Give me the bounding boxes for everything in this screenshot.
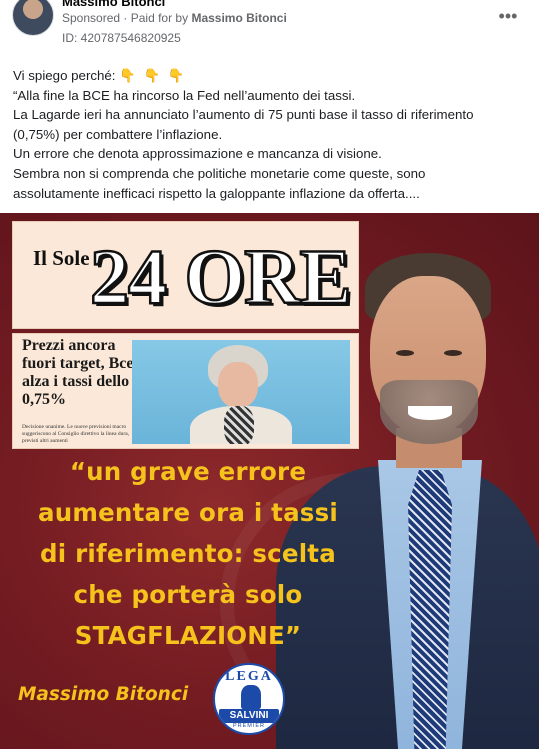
quote-line: che porterà solo: [73, 580, 303, 609]
post-text-line: (0,75%) per combattere l’inflazione.: [13, 126, 223, 142]
post-body-text: Vi spiego perché: 👇 👇 👇 “Alla fine la BC…: [13, 66, 528, 203]
newspaper-name-prefix: Il Sole: [33, 246, 90, 270]
paid-for-by-name[interactable]: Massimo Bitonci: [191, 11, 286, 25]
post-text-line: La Lagarde ieri ha annunciato l’aumento …: [13, 107, 474, 123]
logo-band-text: SALVINI: [219, 709, 279, 723]
logo-top-text: LEGA: [225, 669, 273, 684]
ad-id: ID: 420787546820925: [62, 31, 181, 45]
post-text-line: Vi spiego perché: 👇 👇 👇: [13, 68, 187, 83]
quote-line: aumentare ora i tassi: [38, 498, 338, 527]
author-avatar[interactable]: [12, 0, 54, 36]
post-text-line: Sembra non si comprenda che politiche mo…: [13, 165, 426, 181]
photo-face: [218, 362, 258, 408]
more-options-icon[interactable]: •••: [496, 6, 520, 30]
knight-icon: [241, 685, 261, 709]
ad-creative-image[interactable]: Il Sole 24 ORE Prezzi ancora fuori targe…: [0, 213, 539, 749]
quote-line: “un grave errore: [69, 457, 307, 486]
quote-line: di riferimento: scelta: [40, 539, 336, 568]
portrait-eye: [396, 350, 414, 356]
article-headline: Prezzi ancora fuori target, Bce alza i t…: [22, 337, 134, 408]
portrait-tie: [408, 470, 452, 749]
signature-name: Massimo Bitonci: [18, 684, 189, 705]
paid-for-prefix: Paid for by: [130, 11, 189, 25]
article-caption: Decisione unanime. Le nuove previsioni m…: [22, 424, 130, 444]
post-text-line: “Alla fine la BCE ha rincorso la Fed nel…: [13, 87, 356, 103]
logo-bottom-text: PREMIER: [232, 723, 266, 729]
portrait-eye: [444, 350, 462, 356]
post-text-line: assolutamente inefficaci rispetto la gal…: [13, 185, 420, 201]
post-header: Massimo Bitonci Sponsored · Paid for by …: [0, 0, 539, 56]
lega-party-logo: LEGA SALVINI PREMIER: [213, 663, 285, 735]
author-name[interactable]: Massimo Bitonci: [62, 0, 165, 9]
portrait-smile: [408, 406, 452, 420]
quote-line: STAGFLAZIONE”: [74, 621, 302, 650]
sponsored-label: Sponsored: [62, 11, 121, 25]
pointing-down-emoji-icon: 👇 👇 👇: [119, 68, 187, 83]
photo-scarf: [224, 406, 254, 444]
dot-separator: ·: [123, 11, 131, 25]
campaign-quote: “un grave errore aumentare ora i tassi d…: [8, 451, 368, 656]
sponsored-line: Sponsored · Paid for by Massimo Bitonci: [62, 11, 287, 25]
post-text-line: Un errore che denota approssimazione e m…: [13, 146, 382, 162]
